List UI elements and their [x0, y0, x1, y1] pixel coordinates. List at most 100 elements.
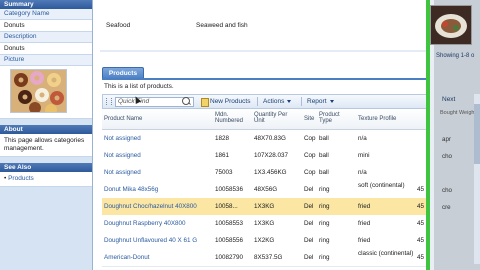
model-cell: 75003	[215, 169, 233, 176]
texture-cell: n/a	[358, 169, 367, 176]
header-model[interactable]: Mdn. Numbered	[215, 112, 245, 124]
vertical-scrollbar[interactable]	[474, 94, 480, 264]
background-window: Showing 1-8 o Next Bought Weight apr cho c…	[430, 0, 480, 270]
product-name-cell[interactable]: American-Donut	[104, 254, 212, 261]
header-texture[interactable]: Texture Profile	[358, 116, 396, 122]
model-cell: 10058536	[215, 186, 244, 193]
detail-separator	[100, 50, 430, 52]
site-cell: Cop	[304, 152, 316, 159]
see-also-section: See Also • Products	[0, 163, 92, 187]
new-products-button[interactable]: New Products	[201, 97, 251, 107]
quantity-cell: 48X56G	[254, 186, 278, 193]
model-cell: 1861	[215, 152, 230, 159]
right-column-value: cre	[442, 204, 451, 211]
see-also-header: See Also	[0, 163, 92, 172]
product-name-cell[interactable]: Not assigned	[104, 152, 212, 159]
right-column-header: Bought Weight	[440, 110, 476, 116]
donuts-picture	[10, 69, 67, 113]
next-link[interactable]: Next	[442, 96, 455, 103]
about-text: This page allows categories management.	[0, 134, 92, 157]
toolbar-separator	[257, 97, 258, 106]
table-row[interactable]: Not assigned 75003 1X3.456KG Cop ball n/a	[102, 164, 430, 182]
header-product-name[interactable]: Product Name	[104, 116, 142, 122]
table-row[interactable]: American-Donut 10082790 8X537.5G Del ring cla…	[102, 249, 430, 267]
texture-cell: soft (continental)	[358, 182, 405, 189]
site-cell: Cop	[304, 135, 316, 142]
right-column-value: cho	[442, 187, 452, 194]
detail-category-name: Seafood	[106, 22, 131, 29]
new-products-label: New Products	[210, 98, 251, 105]
category-name-label: Category Name	[0, 9, 92, 20]
actions-label: Actions	[263, 98, 285, 105]
model-cell: 10058556	[215, 237, 244, 244]
table-row[interactable]: Doughnut Raspberry 40X800 10058553 1X3KG De…	[102, 215, 430, 233]
table-row[interactable]: Donut Mika 48x56g 10058536 48X56G Del ring so…	[102, 181, 430, 199]
model-cell: 10082790	[215, 254, 244, 261]
texture-cell: mini	[358, 152, 370, 159]
model-cell: 10058553	[215, 220, 244, 227]
showing-records-text: Showing 1-8 o	[436, 53, 475, 59]
see-also-products-link[interactable]: Products	[8, 175, 34, 182]
header-quantity[interactable]: Quantity Per Unit	[254, 112, 294, 124]
quantity-cell: 1X3KG	[254, 203, 275, 210]
new-item-icon	[201, 98, 209, 107]
product-type-cell: ring	[319, 186, 330, 193]
product-type-cell: ring	[319, 220, 330, 227]
description-label: Description	[0, 32, 92, 43]
product-name-cell[interactable]: Donut Mika 48x56g	[104, 186, 212, 193]
grid-header: Product Name Mdn. Numbered Quantity Per …	[102, 109, 430, 130]
see-also-item: • Products	[0, 172, 92, 187]
picture-container	[0, 66, 92, 119]
report-menu-button[interactable]: Report	[307, 97, 334, 106]
about-section: About This page allows categories manage…	[0, 125, 92, 157]
site-cell: Del	[304, 237, 314, 244]
product-type-cell: ring	[319, 237, 330, 244]
texture-cell: fried	[358, 237, 371, 244]
search-icon[interactable]	[182, 97, 190, 105]
quantity-cell: 1X3KG	[254, 220, 275, 227]
product-name-cell[interactable]: Not assigned	[104, 135, 212, 142]
quantity-cell: 107X28.037	[254, 152, 288, 159]
product-type-cell: ball	[319, 169, 329, 176]
table-row[interactable]: Doughnut Choc/hazelnut 40X800 10058... 1X3…	[102, 198, 430, 216]
model-cell: 10058...	[215, 203, 238, 210]
table-row[interactable]: Doughnut Unflavoured 40 X 61 G 10058556 1X…	[102, 232, 430, 250]
texture-cell: fried	[358, 203, 371, 210]
product-type-cell: ball	[319, 152, 329, 159]
product-name-cell[interactable]: Not assigned	[104, 169, 212, 176]
site-cell: Del	[304, 203, 314, 210]
products-grid: Product Name Mdn. Numbered Quantity Per …	[102, 109, 430, 270]
main-content: Seafood Seaweed and fish Products This i…	[100, 0, 432, 270]
seafood-picture	[430, 5, 472, 45]
right-column-value: apr	[442, 136, 451, 143]
product-name-cell[interactable]: Doughnut Unflavoured 40 X 61 G	[104, 237, 212, 244]
category-name-value: Donuts	[0, 20, 92, 32]
tab-underline	[102, 78, 430, 80]
table-row[interactable]: Not assigned 1861 107X28.037 Cop ball mini	[102, 147, 430, 165]
toolbar-separator	[301, 97, 302, 106]
site-cell: Del	[304, 220, 314, 227]
product-name-cell[interactable]: Doughnut Choc/hazelnut 40X800	[104, 203, 212, 210]
quantity-cell: 8X537.5G	[254, 254, 283, 261]
product-type-cell: ring	[319, 203, 330, 210]
site-cell: Cop	[304, 169, 316, 176]
table-row[interactable]: Not assigned 1828 48X70.83G Cop ball n/a	[102, 130, 430, 148]
toolbar-grip-icon	[106, 98, 112, 105]
actions-menu-button[interactable]: Actions	[263, 97, 292, 106]
about-header: About	[0, 125, 92, 134]
detail-description: Seaweed and fish	[196, 22, 248, 29]
category-detail-row: Seafood Seaweed and fish	[100, 0, 430, 52]
description-value: Donuts	[0, 43, 92, 55]
model-cell: 1828	[215, 135, 230, 142]
header-product-type[interactable]: Product Type	[319, 112, 349, 124]
site-cell: Del	[304, 186, 314, 193]
scrollbar-thumb[interactable]	[474, 104, 480, 164]
report-label: Report	[307, 98, 327, 105]
quantity-cell: 1X2KG	[254, 237, 275, 244]
product-name-cell[interactable]: Doughnut Raspberry 40X800	[104, 220, 212, 227]
texture-cell: fried	[358, 220, 371, 227]
quantity-cell: 1X3.456KG	[254, 169, 287, 176]
texture-cell: classic (continental)	[358, 250, 414, 257]
header-site[interactable]: Site	[304, 116, 314, 122]
quantity-cell: 48X70.83G	[254, 135, 286, 142]
